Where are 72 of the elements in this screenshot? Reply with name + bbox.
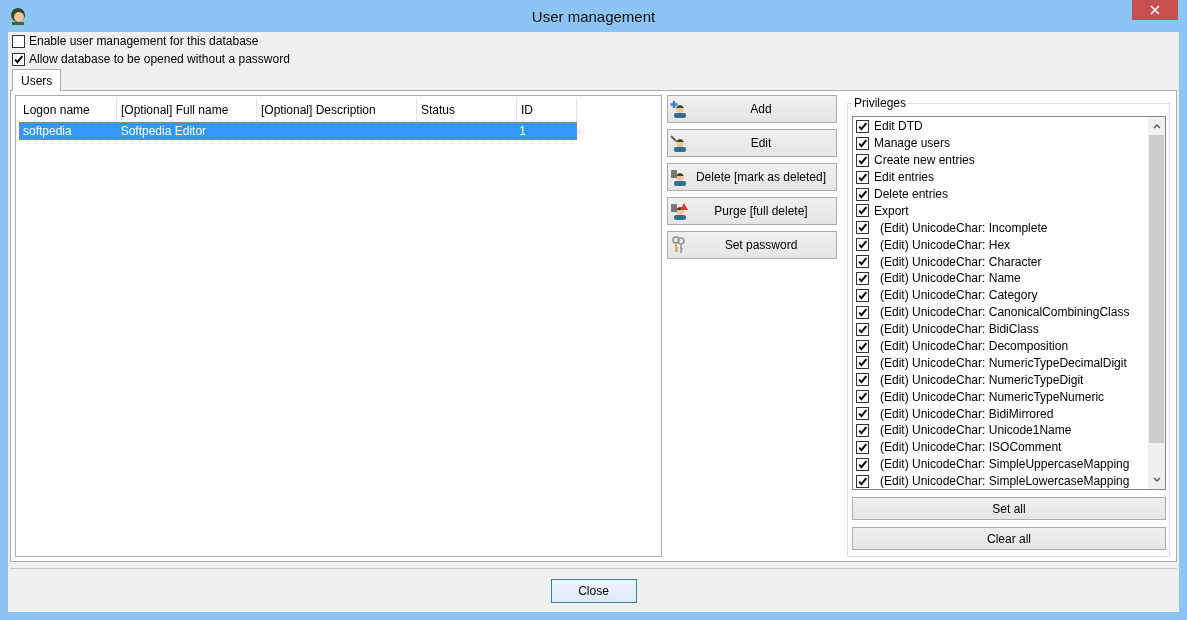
- privilege-label: (Edit) UnicodeChar: BidiClass: [879, 322, 1039, 337]
- user-warning-icon: [670, 202, 688, 220]
- privilege-label: Edit DTD: [874, 119, 923, 134]
- privilege-label: (Edit) UnicodeChar: CanonicalCombiningClass: [879, 305, 1130, 320]
- privilege-label: (Edit) UnicodeChar: ISOComment: [879, 440, 1062, 455]
- privilege-label: Export: [874, 203, 909, 218]
- checkbox[interactable]: [856, 390, 869, 404]
- privilege-label: (Edit) UnicodeChar: Category: [879, 288, 1038, 303]
- privilege-label: (Edit) UnicodeChar: Character: [879, 254, 1042, 269]
- clear-all-button[interactable]: Clear all: [852, 527, 1166, 550]
- checkbox[interactable]: [12, 34, 25, 48]
- scrollbar[interactable]: [1148, 117, 1165, 489]
- table-cell-text: 1: [518, 123, 527, 139]
- app-icon: [9, 7, 27, 25]
- privilege-label: (Edit) UnicodeChar: BidiMirrored: [879, 406, 1054, 421]
- checkbox[interactable]: [856, 119, 869, 133]
- privilege-label: Create new entries: [874, 153, 975, 168]
- checkbox[interactable]: [856, 474, 869, 488]
- edit-button[interactable]: Edit: [667, 129, 837, 157]
- user-plus-icon: [670, 100, 688, 118]
- keys-icon: [670, 236, 688, 254]
- checkbox[interactable]: [856, 153, 869, 167]
- checkbox[interactable]: [856, 457, 869, 471]
- checkbox-label: Enable user management for this database: [29, 34, 259, 48]
- close-dialog-button[interactable]: Close: [550, 578, 637, 603]
- privilege-label: Delete entries: [874, 187, 949, 201]
- password-button[interactable]: Set password: [667, 231, 837, 259]
- privilege-label: (Edit) UnicodeChar: SimpleLowercaseMapping: [879, 474, 1130, 489]
- checkbox[interactable]: [856, 187, 869, 201]
- checkbox[interactable]: [856, 221, 869, 235]
- window-title: User management: [530, 7, 657, 25]
- privilege-label: (Edit) UnicodeChar: Unicode1Name: [879, 423, 1072, 438]
- table-cell-text: softpedia: [22, 123, 73, 139]
- checkbox[interactable]: [856, 170, 869, 184]
- close-icon: [1150, 5, 1160, 15]
- checkbox-label: Allow database to be opened without a password: [29, 52, 290, 66]
- checkbox[interactable]: [856, 440, 869, 454]
- checkbox[interactable]: [856, 136, 869, 150]
- set-all-button[interactable]: Set all: [852, 497, 1166, 520]
- purge-button[interactable]: Purge [full delete]: [667, 197, 837, 225]
- checkbox[interactable]: [856, 423, 869, 437]
- privilege-label: (Edit) UnicodeChar: Hex: [879, 237, 1011, 252]
- privilege-label: (Edit) UnicodeChar: Incomplete: [879, 220, 1048, 235]
- checkbox[interactable]: [856, 255, 869, 269]
- checkbox[interactable]: [856, 238, 869, 252]
- delete-button[interactable]: Delete [mark as deleted]: [667, 163, 837, 191]
- privilege-label: (Edit) UnicodeChar: SimpleUppercaseMapping: [879, 457, 1130, 472]
- checkbox[interactable]: [856, 288, 869, 302]
- checkbox[interactable]: [856, 204, 869, 218]
- checkbox[interactable]: [856, 373, 869, 387]
- privilege-label: (Edit) UnicodeChar: NumericTypeNumeric: [879, 389, 1105, 404]
- checkbox[interactable]: [856, 407, 869, 421]
- tab[interactable]: Users: [12, 69, 62, 91]
- group-title: Privileges: [852, 96, 909, 110]
- privilege-label: (Edit) UnicodeChar: Decomposition: [879, 339, 1069, 353]
- checkbox[interactable]: [856, 339, 869, 353]
- checkbox[interactable]: [12, 52, 25, 66]
- checkbox[interactable]: [856, 305, 869, 319]
- checkbox[interactable]: [856, 356, 869, 370]
- checkbox[interactable]: [856, 322, 869, 336]
- privilege-label: Manage users: [874, 136, 951, 151]
- privilege-label: (Edit) UnicodeChar: Name: [879, 271, 1021, 286]
- table-cell-text: Softpedia Editor: [119, 123, 208, 139]
- checkbox[interactable]: [856, 271, 869, 285]
- add-button[interactable]: Add: [667, 95, 837, 123]
- user-trash-icon: [670, 168, 688, 186]
- privilege-label: (Edit) UnicodeChar: NumericTypeDecimalDigit: [879, 355, 1127, 370]
- privilege-label: Edit entries: [874, 170, 935, 185]
- user-wrench-icon: [670, 134, 688, 152]
- privilege-label: (Edit) UnicodeChar: NumericTypeDigit: [879, 372, 1084, 387]
- close-button[interactable]: [1132, 0, 1178, 20]
- scroll-thumb[interactable]: [1149, 135, 1164, 443]
